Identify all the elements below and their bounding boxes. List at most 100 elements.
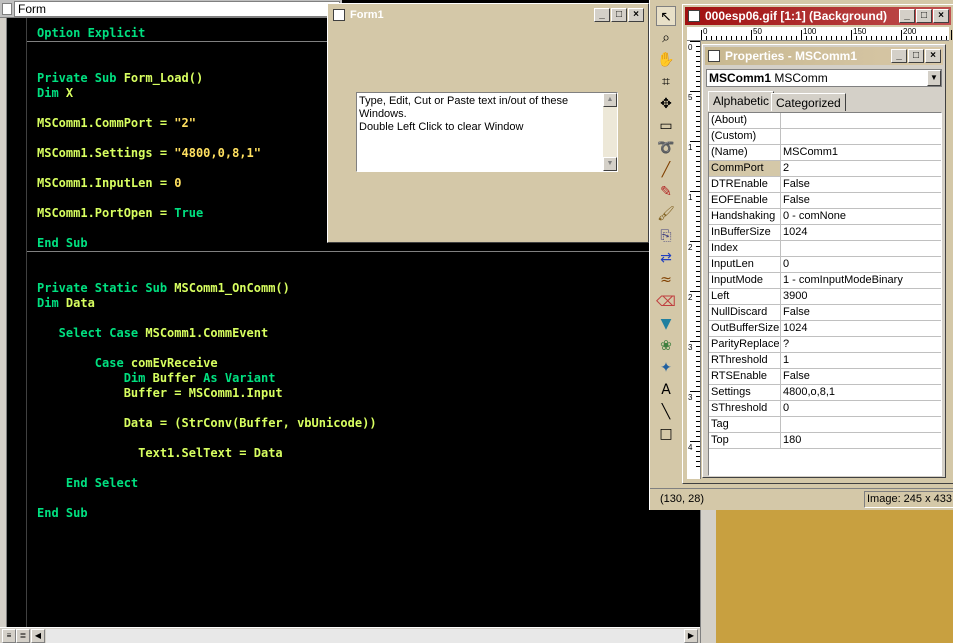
text1-textbox[interactable]: Type, Edit, Cut or Paste text in/out of …	[356, 92, 618, 172]
retouch-tool-icon[interactable]: ✦	[656, 358, 676, 378]
tab-alphabetic[interactable]: Alphabetic	[708, 91, 775, 111]
property-value[interactable]: False	[783, 305, 941, 320]
property-row[interactable]: Tag	[709, 417, 941, 433]
property-value[interactable]: ?	[783, 337, 941, 352]
scroll-left-button[interactable]: ◀	[31, 629, 45, 643]
property-row[interactable]: CommPort 2	[709, 161, 941, 177]
maximize-button[interactable]: □	[611, 8, 627, 22]
property-row[interactable]: (About)	[709, 113, 941, 129]
close-button[interactable]: ×	[933, 9, 949, 23]
property-value[interactable]	[783, 129, 941, 144]
object-combo-value[interactable]: Form	[14, 1, 340, 17]
ruler-tick	[696, 381, 700, 382]
textbox-scrollbar[interactable]: ▲ ▼	[603, 93, 617, 171]
property-row[interactable]: DTREnable False	[709, 177, 941, 193]
property-row[interactable]: InputLen 0	[709, 257, 941, 273]
ruler-tick	[696, 396, 700, 397]
scroll-track[interactable]	[46, 629, 684, 643]
property-value[interactable]: 1 - comInputModeBinary	[783, 273, 941, 288]
property-row[interactable]: Index	[709, 241, 941, 257]
property-value[interactable]: 0	[783, 401, 941, 416]
property-row[interactable]: (Name) MSComm1	[709, 145, 941, 161]
zoom-tool-icon[interactable]: ⌕	[656, 28, 676, 48]
picture-tube-icon[interactable]: ❀	[656, 336, 676, 356]
view-module-button[interactable]: ≣	[16, 629, 30, 643]
rectangle-select-icon[interactable]: ▭	[656, 116, 676, 136]
scroll-up-button[interactable]: ▲	[603, 93, 617, 107]
property-row[interactable]: ParityReplace?	[709, 337, 941, 353]
property-row[interactable]: EOFEnable False	[709, 193, 941, 209]
line-tool-icon[interactable]: ╲	[656, 402, 676, 422]
chevron-down-icon[interactable]: ▼	[927, 70, 941, 86]
close-button[interactable]: ×	[628, 8, 644, 22]
property-value[interactable]	[783, 241, 941, 256]
property-value[interactable]: 180	[783, 433, 941, 448]
property-value[interactable]: 1024	[783, 225, 941, 240]
property-name: Tag	[709, 417, 781, 432]
property-value[interactable]: 0 - comNone	[783, 209, 941, 224]
property-value[interactable]: 0	[783, 257, 941, 272]
pointer-tool-icon[interactable]: ↖	[656, 6, 676, 26]
property-row[interactable]: Left 3900	[709, 289, 941, 305]
property-row[interactable]: OutBufferSize 1024	[709, 321, 941, 337]
object-selector[interactable]: MSComm1 MSComm ▼	[706, 69, 942, 87]
minimize-button[interactable]: _	[899, 9, 915, 23]
dropper-tool-icon[interactable]: ✎	[656, 182, 676, 202]
clone-tool-icon[interactable]: ⎘	[656, 226, 676, 246]
properties-titlebar[interactable]: Properties - MSComm1 _ □ ×	[705, 47, 943, 65]
ruler-tick	[701, 30, 702, 40]
property-row[interactable]: InputMode 1 - comInputModeBinary	[709, 273, 941, 289]
shape-tool-icon[interactable]: □	[656, 424, 676, 444]
close-button[interactable]: ×	[925, 49, 941, 63]
property-row[interactable]: NullDiscard False	[709, 305, 941, 321]
property-value[interactable]: 3900	[783, 289, 941, 304]
brush-tool-icon[interactable]: 🖌	[656, 204, 676, 224]
image-window-titlebar[interactable]: 000esp06.gif [1:1] (Background) _ □ ×	[685, 7, 951, 25]
editor-horizontal-scrollbar[interactable]: ≡ ≣ ◀ ▶	[0, 627, 700, 643]
scroll-right-button[interactable]: ▶	[684, 629, 698, 643]
code-token: End Select	[37, 476, 139, 490]
maximize-button[interactable]: □	[916, 9, 932, 23]
crop-tool-icon[interactable]: ⌗	[656, 72, 676, 92]
pen-tool-icon[interactable]: ╱	[656, 160, 676, 180]
property-row[interactable]: Top 180	[709, 433, 941, 449]
scratch-remover-icon[interactable]: ≈	[656, 270, 676, 290]
property-value[interactable]: False	[783, 369, 941, 384]
move-tool-icon[interactable]: ✥	[656, 94, 676, 114]
fill-tool-icon[interactable]: ▼	[656, 314, 676, 334]
minimize-button[interactable]: _	[891, 49, 907, 63]
property-value[interactable]: MSComm1	[783, 145, 941, 160]
code-line: End Sub	[37, 506, 88, 521]
ruler-tick	[696, 181, 700, 182]
property-value[interactable]	[783, 113, 941, 128]
property-row[interactable]: RTSEnable False	[709, 369, 941, 385]
form-icon	[333, 9, 345, 21]
property-row[interactable]: SThreshold 0	[709, 401, 941, 417]
property-row[interactable]: InBufferSize 1024	[709, 225, 941, 241]
property-row[interactable]: Handshaking 0 - comNone	[709, 209, 941, 225]
minimize-button[interactable]: _	[594, 8, 610, 22]
text-tool-icon[interactable]: A	[656, 380, 676, 400]
eraser-tool-icon[interactable]: ⌫	[656, 292, 676, 312]
view-procedure-button[interactable]: ≡	[2, 629, 16, 643]
property-value[interactable]: False	[783, 193, 941, 208]
property-row[interactable]: (Custom)	[709, 129, 941, 145]
maximize-button[interactable]: □	[908, 49, 924, 63]
ruler-tick	[696, 371, 700, 372]
property-value[interactable]: 4800,o,8,1	[783, 385, 941, 400]
property-row[interactable]: Settings 4800,o,8,1	[709, 385, 941, 401]
form1-titlebar[interactable]: Form1 _ □ ×	[330, 6, 646, 24]
lasso-select-icon[interactable]: ➰	[656, 138, 676, 158]
property-value[interactable]	[783, 417, 941, 432]
property-value[interactable]: 1024	[783, 321, 941, 336]
tab-categorized[interactable]: Categorized	[771, 93, 846, 111]
ruler-tick	[801, 30, 802, 40]
pan-tool-icon[interactable]: ✋	[656, 50, 676, 70]
object-combo[interactable]: Form	[0, 0, 342, 18]
color-replace-icon[interactable]: ⇄	[656, 248, 676, 268]
property-row[interactable]: RThreshold 1	[709, 353, 941, 369]
scroll-down-button[interactable]: ▼	[603, 157, 617, 171]
property-value[interactable]: False	[783, 177, 941, 192]
property-value[interactable]: 2	[783, 161, 941, 176]
property-value[interactable]: 1	[783, 353, 941, 368]
